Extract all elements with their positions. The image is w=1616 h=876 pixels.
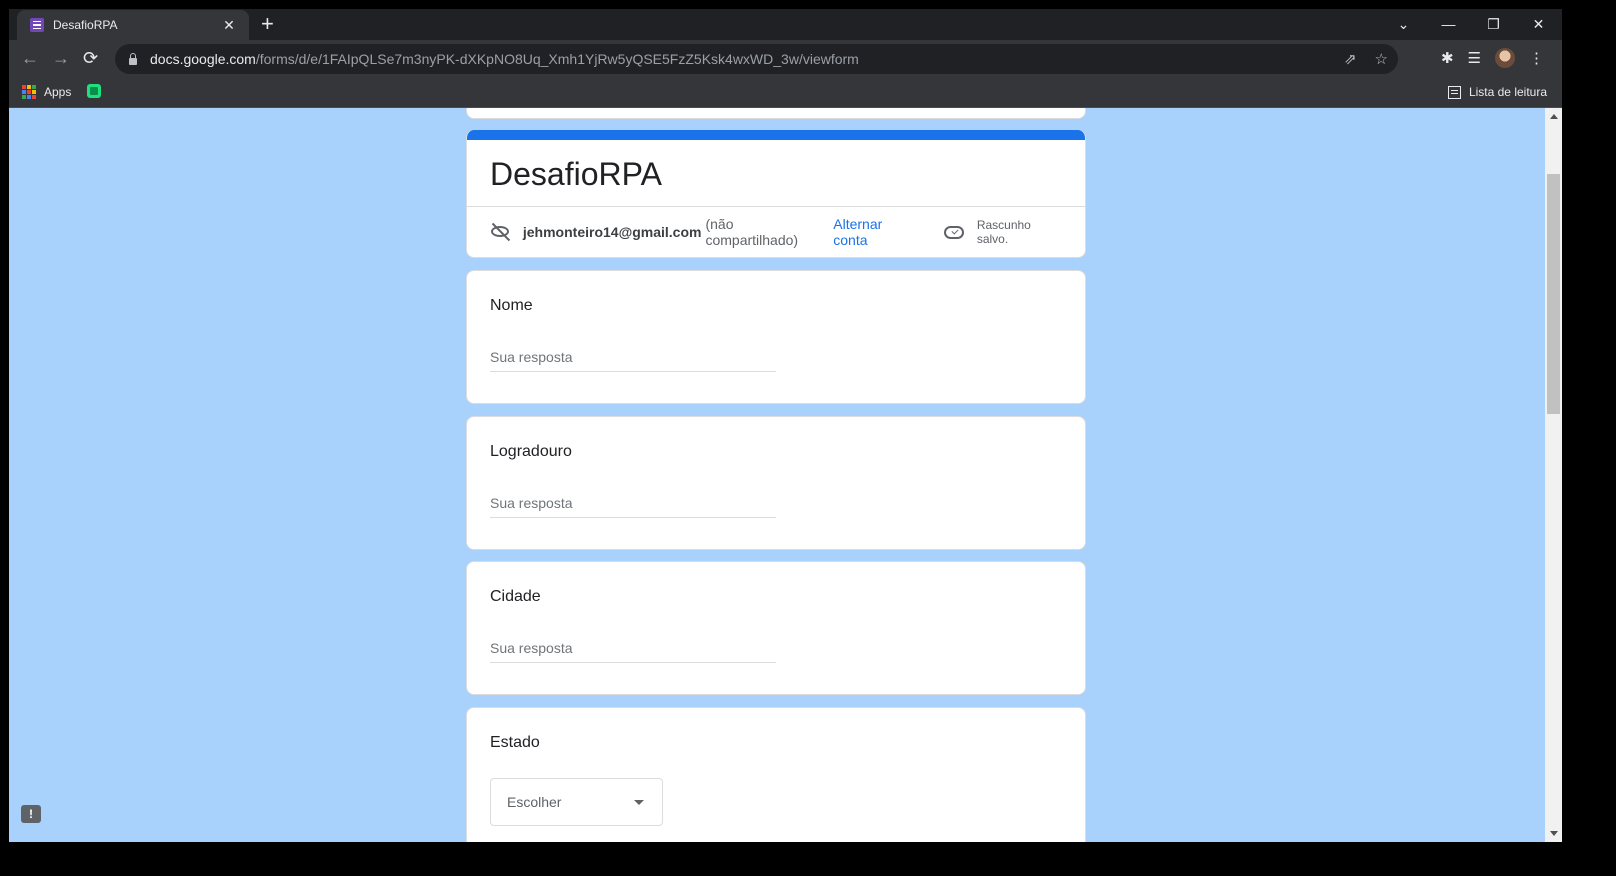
- answer-input-logradouro[interactable]: Sua resposta: [490, 495, 776, 518]
- reading-list-label: Lista de leitura: [1468, 85, 1547, 99]
- question-label: Nome: [490, 297, 533, 314]
- avatar[interactable]: [1495, 48, 1515, 68]
- scroll-thumb[interactable]: [1547, 174, 1560, 414]
- media-icon[interactable]: ☰: [1468, 49, 1481, 67]
- switch-account-link[interactable]: Alternar conta: [833, 216, 920, 248]
- account-row: jehmonteiro14@gmail.com (não compartilha…: [490, 216, 1065, 248]
- previous-card: [466, 108, 1086, 119]
- toolbar: ← → ⟳ docs.google.com/forms/d/e/1FAIpQLS…: [9, 40, 1562, 77]
- close-window-icon[interactable]: ✕: [1516, 16, 1561, 33]
- cloud-done-icon: [943, 225, 964, 239]
- header-accent: [467, 130, 1085, 140]
- apps-icon[interactable]: [22, 85, 36, 99]
- taskbar-edge: [0, 842, 1616, 876]
- close-tab-icon[interactable]: ✕: [221, 17, 237, 34]
- visibility-off-icon: [490, 221, 512, 243]
- extensions-icon[interactable]: ✱: [1441, 49, 1454, 67]
- reading-list-button[interactable]: Lista de leitura: [1447, 85, 1547, 99]
- tab-search-icon[interactable]: ⌄: [1381, 16, 1426, 33]
- question-card-nome: Nome Sua resposta: [466, 270, 1086, 404]
- scroll-up-icon[interactable]: [1550, 114, 1558, 119]
- dropdown-arrow-icon: [634, 799, 644, 805]
- form-header-card: DesafioRPA jehmonteiro14@gmail.com (não …: [466, 130, 1086, 258]
- account-email: jehmonteiro14@gmail.com: [522, 224, 702, 240]
- bookmark-icon[interactable]: [87, 84, 101, 98]
- answer-input-cidade[interactable]: Sua resposta: [490, 640, 776, 663]
- address-bar[interactable]: docs.google.com/forms/d/e/1FAIpQLSe7m3ny…: [115, 44, 1398, 74]
- question-card-logradouro: Logradouro Sua resposta: [466, 416, 1086, 550]
- tab-strip: DesafioRPA ✕ + ⌄ — ❐ ✕: [9, 9, 1562, 40]
- share-icon[interactable]: ⇗: [1344, 50, 1357, 68]
- forms-icon: [30, 18, 44, 32]
- feedback-icon[interactable]: !: [21, 805, 41, 823]
- dropdown-value: Escolher: [507, 794, 562, 810]
- forward-icon[interactable]: →: [52, 48, 70, 68]
- estado-dropdown[interactable]: Escolher: [490, 778, 663, 826]
- not-shared-label: (não compartilhado): [705, 216, 799, 248]
- back-icon[interactable]: ←: [21, 48, 39, 68]
- star-icon[interactable]: ☆: [1375, 50, 1388, 68]
- tab-title: DesafioRPA: [53, 18, 118, 32]
- bookmarks-bar: Apps Lista de leitura: [9, 77, 1562, 108]
- apps-bookmark[interactable]: Apps: [44, 85, 71, 99]
- lock-icon[interactable]: [129, 52, 137, 65]
- minimize-icon[interactable]: —: [1426, 16, 1471, 32]
- tab-desafiorpa[interactable]: DesafioRPA ✕: [17, 10, 249, 40]
- reading-list-icon: [1447, 85, 1461, 99]
- answer-input-nome[interactable]: Sua resposta: [490, 349, 776, 372]
- question-label: Cidade: [490, 588, 541, 605]
- menu-icon[interactable]: ⋮: [1529, 49, 1544, 67]
- page-content: DesafioRPA jehmonteiro14@gmail.com (não …: [9, 108, 1545, 842]
- reload-icon[interactable]: ⟳: [83, 48, 98, 68]
- question-card-estado: Estado Escolher: [466, 707, 1086, 842]
- question-card-cidade: Cidade Sua resposta: [466, 561, 1086, 695]
- url-text[interactable]: docs.google.com/forms/d/e/1FAIpQLSe7m3ny…: [150, 51, 859, 67]
- divider: [467, 206, 1085, 207]
- scrollbar[interactable]: [1545, 108, 1562, 842]
- form-title: DesafioRPA: [490, 156, 662, 192]
- draft-status: Rascunho salvo.: [976, 218, 1031, 246]
- question-label: Logradouro: [490, 443, 572, 460]
- new-tab-button[interactable]: +: [261, 13, 274, 35]
- restore-icon[interactable]: ❐: [1471, 16, 1516, 33]
- scroll-down-icon[interactable]: [1550, 831, 1558, 836]
- question-label: Estado: [490, 734, 540, 751]
- browser-window: DesafioRPA ✕ + ⌄ — ❐ ✕ ← → ⟳ docs.google…: [9, 9, 1562, 842]
